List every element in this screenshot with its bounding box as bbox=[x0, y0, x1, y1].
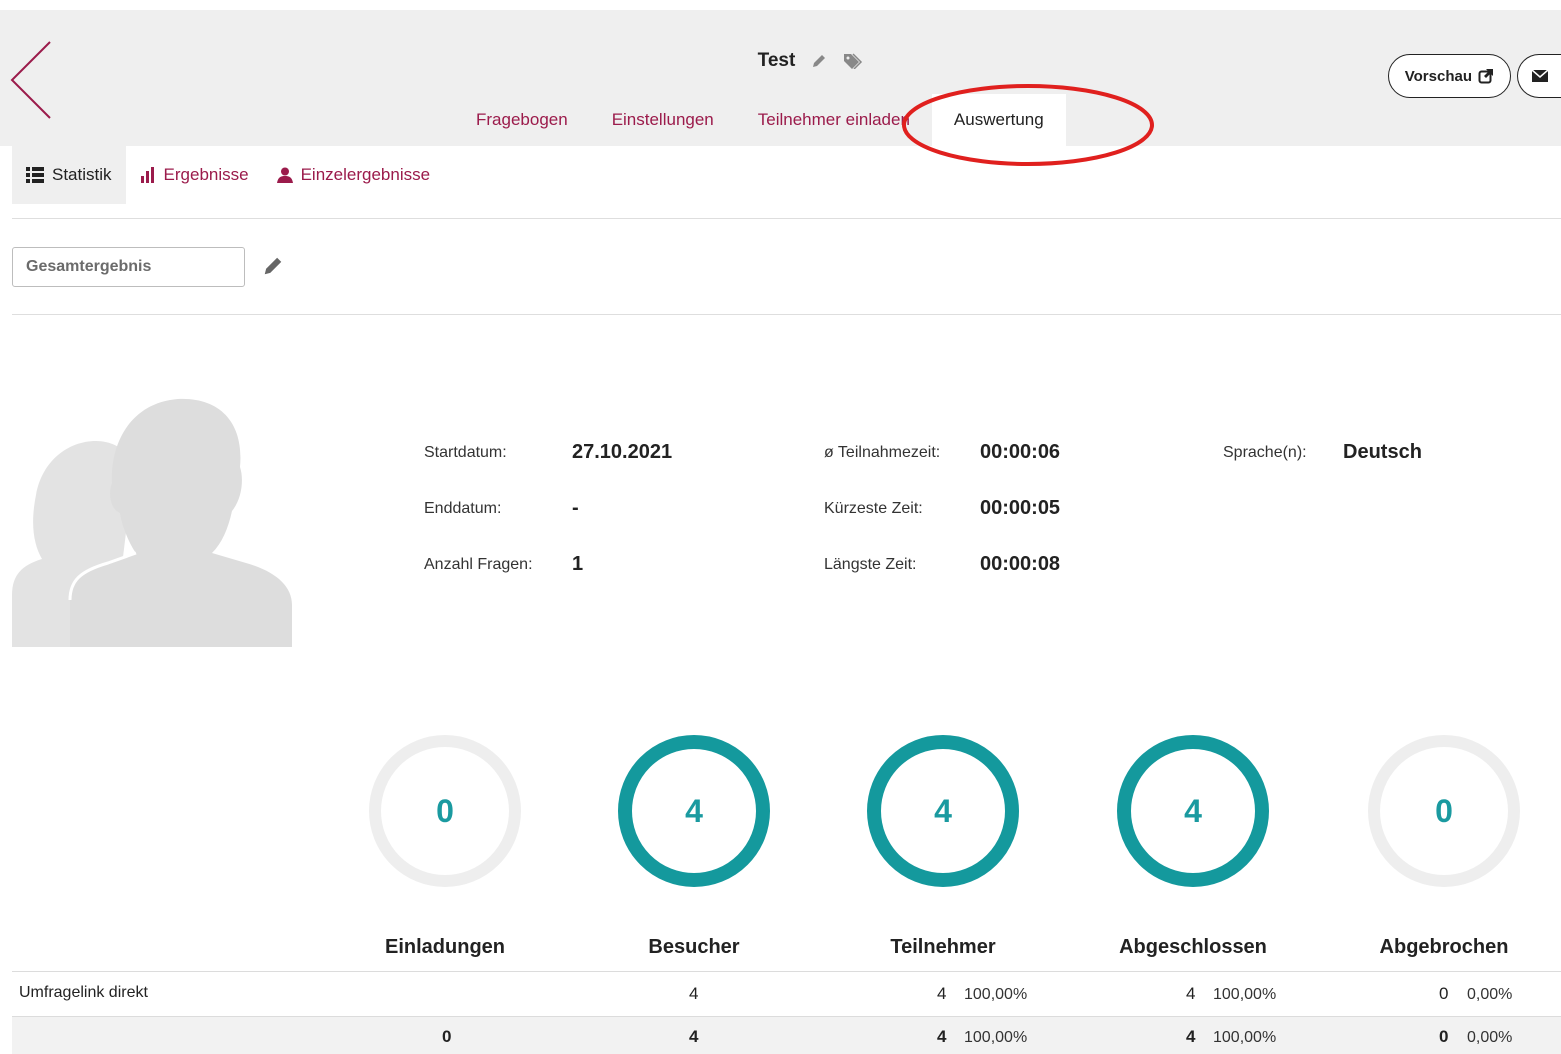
column-header-visitors: Besucher bbox=[648, 936, 740, 958]
longest-time-label: Längste Zeit: bbox=[824, 556, 917, 573]
list-icon bbox=[26, 167, 44, 183]
question-count-value: 1 bbox=[572, 553, 584, 575]
row-label: Umfragelink direkt bbox=[19, 984, 148, 1001]
column-header-aborted: Abgebrochen bbox=[1379, 936, 1509, 958]
user-icon bbox=[276, 167, 293, 183]
divider bbox=[12, 314, 1561, 315]
subtab-einzelergebnisse-label: Einzelergebnisse bbox=[300, 165, 431, 184]
tag-icon[interactable] bbox=[843, 53, 863, 69]
cell-aborted-pct: 0,00% bbox=[1467, 986, 1513, 1003]
column-header-participants: Teilnehmer bbox=[890, 936, 996, 958]
table-row: Umfragelink direkt 4 4 100,00% 4 100,00%… bbox=[12, 972, 1561, 1017]
cell-completed-pct: 100,00% bbox=[1213, 986, 1277, 1003]
shortest-time-value: 00:00:05 bbox=[980, 497, 1061, 519]
question-count-label: Anzahl Fragen: bbox=[424, 556, 533, 573]
preview-button[interactable]: Vorschau bbox=[1387, 54, 1511, 98]
subtab-einzelergebnisse[interactable]: Einzelergebnisse bbox=[263, 146, 444, 204]
pencil-icon[interactable] bbox=[262, 255, 284, 277]
end-date-label: Enddatum: bbox=[424, 500, 502, 517]
avg-time-label: ø Teilnahmezeit: bbox=[824, 444, 941, 461]
top-header: Test Fragebogen Einstellungen Teilnehmer… bbox=[0, 10, 1561, 166]
shortest-time-label: Kürzeste Zeit: bbox=[824, 500, 923, 517]
cell-completed: 4 bbox=[1186, 984, 1196, 1003]
completed-count-circle: 4 bbox=[1117, 735, 1269, 887]
header-actions: Vorschau bbox=[1387, 54, 1561, 98]
total-aborted-pct: 0,00% bbox=[1467, 1029, 1513, 1046]
cell-participants: 4 bbox=[937, 984, 947, 1003]
cell-aborted: 0 bbox=[1439, 984, 1449, 1003]
total-completed-pct: 100,00% bbox=[1213, 1029, 1277, 1046]
bar-chart-icon bbox=[140, 167, 154, 183]
subtab-statistik-label: Statistik bbox=[52, 165, 112, 184]
tab-einstellungen[interactable]: Einstellungen bbox=[590, 94, 736, 146]
total-completed: 4 bbox=[1186, 1027, 1196, 1046]
total-participants-pct: 100,00% bbox=[964, 1029, 1028, 1046]
language-value: Deutsch bbox=[1343, 441, 1422, 463]
language-label: Sprache(n): bbox=[1223, 444, 1307, 461]
external-link-icon bbox=[1478, 69, 1493, 84]
envelope-icon bbox=[1531, 69, 1548, 82]
column-header-invitations: Einladungen bbox=[385, 936, 505, 958]
column-header-completed: Abgeschlossen bbox=[1119, 936, 1267, 958]
total-invitations: 0 bbox=[442, 1027, 452, 1046]
tab-teilnehmer-einladen[interactable]: Teilnehmer einladen bbox=[736, 94, 932, 146]
start-date-value: 27.10.2021 bbox=[572, 441, 673, 463]
main-nav-tabs: Fragebogen Einstellungen Teilnehmer einl… bbox=[454, 94, 1066, 146]
total-aborted: 0 bbox=[1439, 1027, 1449, 1046]
total-participants: 4 bbox=[937, 1027, 947, 1046]
preview-button-label: Vorschau bbox=[1404, 67, 1472, 85]
survey-title-row: Test bbox=[0, 50, 1561, 72]
visitors-count-circle: 4 bbox=[618, 735, 770, 887]
pencil-icon[interactable] bbox=[811, 53, 827, 69]
avg-time-value: 00:00:06 bbox=[980, 441, 1061, 463]
start-date-label: Startdatum: bbox=[424, 444, 507, 461]
cell-visitors: 4 bbox=[689, 984, 699, 1003]
invitations-count-circle: 0 bbox=[369, 735, 521, 887]
tab-auswertung[interactable]: Auswertung bbox=[931, 94, 1066, 146]
longest-time-value: 00:00:08 bbox=[980, 553, 1061, 575]
table-total-row: 0 4 4 100,00% 4 100,00% 0 0,00% bbox=[12, 1017, 1561, 1054]
page-title: Test bbox=[757, 50, 796, 71]
participants-count-circle: 4 bbox=[867, 735, 1019, 887]
total-visitors: 4 bbox=[689, 1027, 699, 1046]
subtab-ergebnisse-label: Ergebnisse bbox=[163, 165, 249, 184]
divider bbox=[12, 218, 1561, 219]
aborted-count-circle: 0 bbox=[1368, 735, 1520, 887]
subtab-statistik[interactable]: Statistik bbox=[12, 146, 126, 204]
cell-participants-pct: 100,00% bbox=[964, 986, 1028, 1003]
mail-button[interactable] bbox=[1517, 54, 1561, 98]
tab-fragebogen[interactable]: Fragebogen bbox=[454, 94, 590, 146]
subtab-ergebnisse[interactable]: Ergebnisse bbox=[126, 146, 263, 204]
sub-nav: Statistik Ergebnisse Einzelergebnisse bbox=[12, 146, 444, 204]
result-filter-input[interactable] bbox=[12, 247, 245, 287]
users-placeholder-icon bbox=[12, 398, 292, 647]
end-date-value: - bbox=[572, 497, 579, 519]
